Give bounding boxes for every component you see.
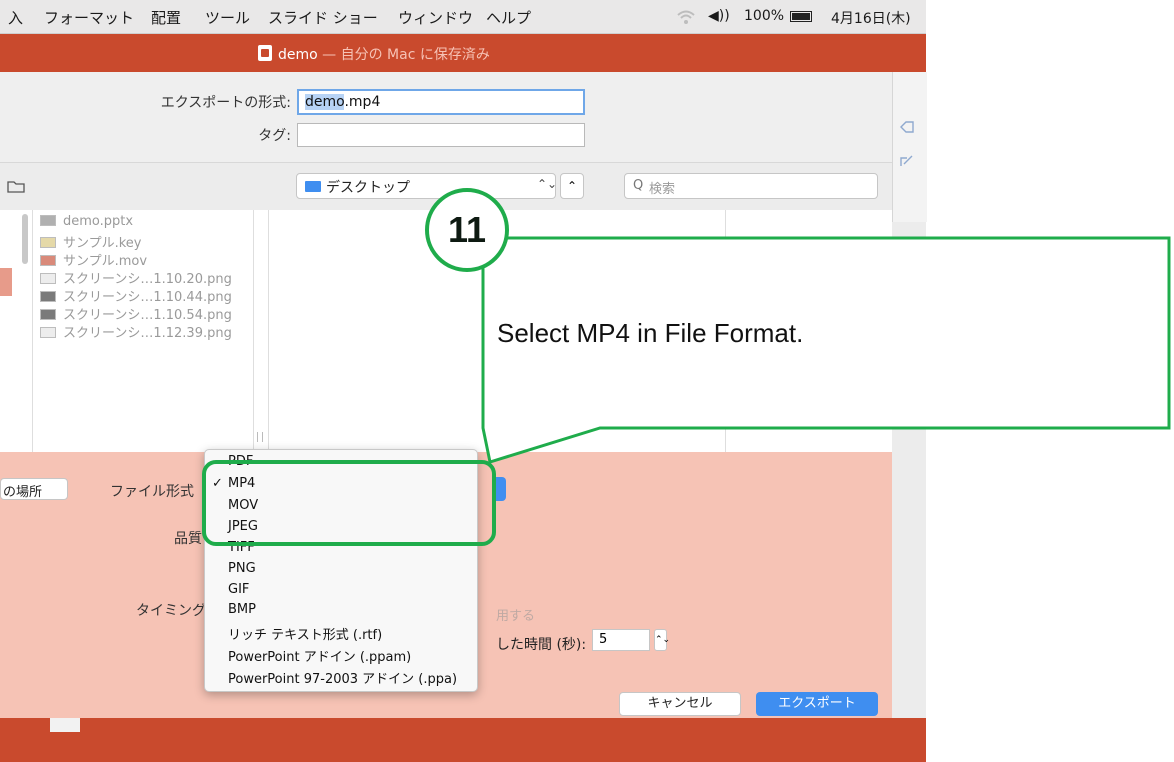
step-number: 11	[447, 209, 487, 250]
highlight-box	[202, 460, 496, 546]
callout-text: Select MP4 in File Format.	[497, 318, 804, 348]
callout-box	[481, 236, 1171, 464]
instruction-callout	[202, 188, 1171, 546]
